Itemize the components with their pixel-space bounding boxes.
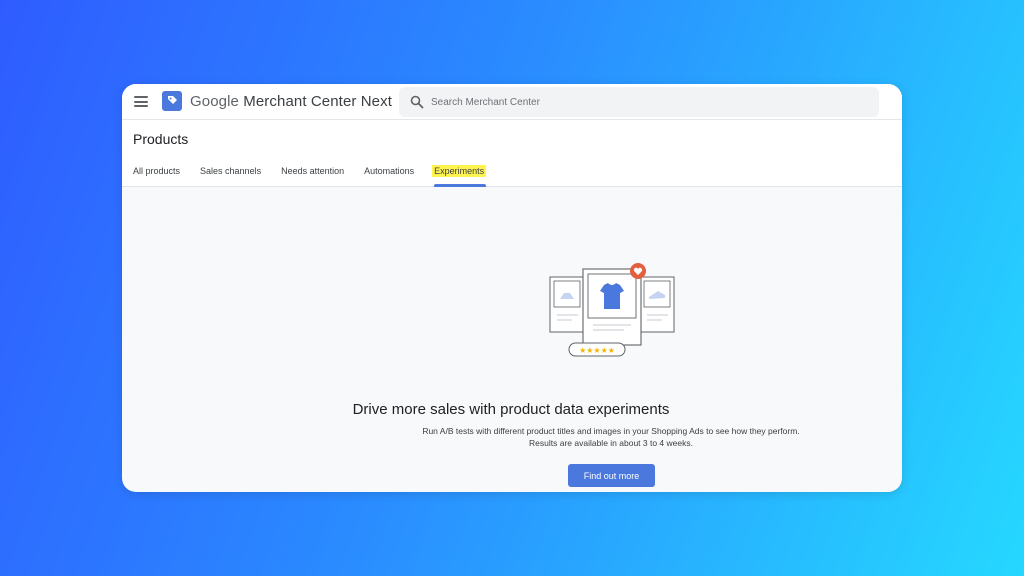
tab-label: Needs attention xyxy=(281,166,345,176)
top-bar: Google Merchant Center Next xyxy=(122,84,902,120)
merchant-center-logo-icon[interactable] xyxy=(162,91,182,111)
search-icon xyxy=(410,95,424,109)
page-header: Products All products Sales channels Nee… xyxy=(122,120,902,187)
svg-text:★★★★★: ★★★★★ xyxy=(579,346,615,355)
tab-label: Automations xyxy=(364,166,415,176)
tab-label: Sales channels xyxy=(200,166,262,176)
empty-state-description: Run A/B tests with different product tit… xyxy=(422,426,800,448)
tab-label: All products xyxy=(133,166,181,176)
search-input[interactable] xyxy=(431,93,861,111)
tab-automations[interactable]: Automations xyxy=(364,166,414,187)
product-name: Merchant Center Next xyxy=(243,93,392,110)
app-window: Google Merchant Center Next Products All… xyxy=(122,84,902,492)
left-product-card xyxy=(549,276,585,333)
tab-sales-channels[interactable]: Sales channels xyxy=(200,166,261,187)
right-product-card xyxy=(639,276,675,333)
search-bar[interactable] xyxy=(399,87,879,117)
empty-state-title: Drive more sales with product data exper… xyxy=(352,401,670,418)
tab-label: Experiments xyxy=(432,165,487,177)
hamburger-icon[interactable] xyxy=(134,96,148,107)
star-rating-badge: ★★★★★ xyxy=(568,342,626,357)
main-content: ★★★★★ Drive more sales with product data… xyxy=(122,187,902,492)
app-name: Google Merchant Center Next xyxy=(190,93,392,110)
brand-name: Google xyxy=(190,93,239,110)
tab-experiments[interactable]: Experiments xyxy=(432,165,487,187)
tab-all-products[interactable]: All products xyxy=(133,166,180,187)
find-out-more-button[interactable]: Find out more xyxy=(568,464,655,487)
page-title: Products xyxy=(133,131,189,147)
product-cards-illustration: ★★★★★ xyxy=(549,263,675,357)
center-product-card xyxy=(582,268,642,346)
tab-needs-attention[interactable]: Needs attention xyxy=(281,166,344,187)
heart-icon xyxy=(630,263,646,279)
tab-bar: All products Sales channels Needs attent… xyxy=(133,165,506,187)
